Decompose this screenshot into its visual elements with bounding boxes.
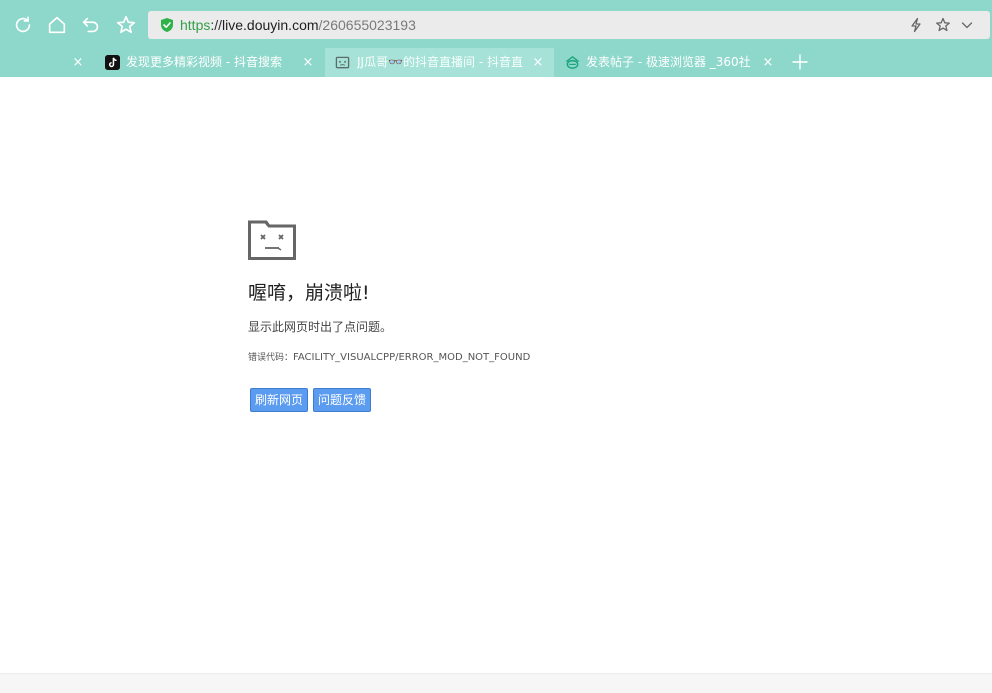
plus-icon[interactable] — [790, 52, 810, 72]
home-icon[interactable] — [45, 13, 69, 37]
douyin-icon — [105, 55, 120, 70]
tab-close-icon[interactable]: × — [302, 48, 314, 77]
crashed-folder-icon — [248, 220, 296, 260]
bottom-bar — [0, 673, 992, 693]
crash-title: 喔唷，崩溃啦! — [248, 282, 370, 304]
live-room-icon — [335, 56, 350, 69]
tab-close-icon[interactable]: × — [532, 48, 544, 77]
tab-360-community[interactable]: 发表帖子 - 极速浏览器 _360社 × — [554, 48, 784, 77]
url-text[interactable]: https://live.douyin.com/260655023193 — [180, 11, 416, 39]
tab-title: 发表帖子 - 极速浏览器 _360社 — [586, 55, 751, 69]
tab-close-icon[interactable]: × — [762, 48, 774, 77]
page-content — [0, 77, 992, 673]
url-host: live.douyin.com — [222, 17, 319, 33]
feedback-button[interactable]: 问题反馈 — [313, 388, 372, 412]
tab-close-icon[interactable]: × — [72, 48, 84, 77]
reload-button[interactable]: 刷新网页 — [250, 388, 309, 412]
refresh-icon[interactable] — [11, 13, 35, 37]
chevron-down-icon[interactable] — [959, 17, 975, 33]
browser-chrome: https://live.douyin.com/260655023193 × 发… — [0, 0, 992, 77]
tab-hidden[interactable]: × — [0, 48, 95, 77]
tab-title: JJ瓜哥👓的抖音直播间 - 抖音直 — [357, 55, 523, 69]
url-scheme: https — [180, 17, 211, 33]
address-bar[interactable]: https://live.douyin.com/260655023193 — [148, 11, 990, 39]
error-code-label: 错误代码： — [248, 353, 294, 363]
error-code-value: FACILITY_VISUALCPP/ERROR_MOD_NOT_FOUND — [293, 352, 531, 363]
lightning-icon[interactable] — [908, 17, 924, 33]
url-path: /260655023193 — [318, 17, 416, 33]
tab-douyin-search[interactable]: 发现更多精彩视频 - 抖音搜索 × — [95, 48, 325, 77]
url-separator: :// — [210, 17, 223, 33]
crash-description: 显示此网页时出了点问题。 — [248, 320, 393, 334]
error-code-line: 错误代码：FACILITY_VISUALCPP/ERROR_MOD_NOT_FO… — [248, 350, 530, 366]
tab-title: 发现更多精彩视频 - 抖音搜索 — [126, 55, 282, 69]
360-community-icon — [565, 55, 580, 69]
star-icon[interactable] — [114, 13, 138, 37]
star-icon[interactable] — [935, 17, 951, 33]
undo-back-icon[interactable] — [79, 13, 103, 37]
shield-check-icon — [161, 18, 173, 32]
tab-live-room[interactable]: JJ瓜哥👓的抖音直播间 - 抖音直 × — [325, 48, 554, 77]
tab-title — [8, 48, 68, 77]
